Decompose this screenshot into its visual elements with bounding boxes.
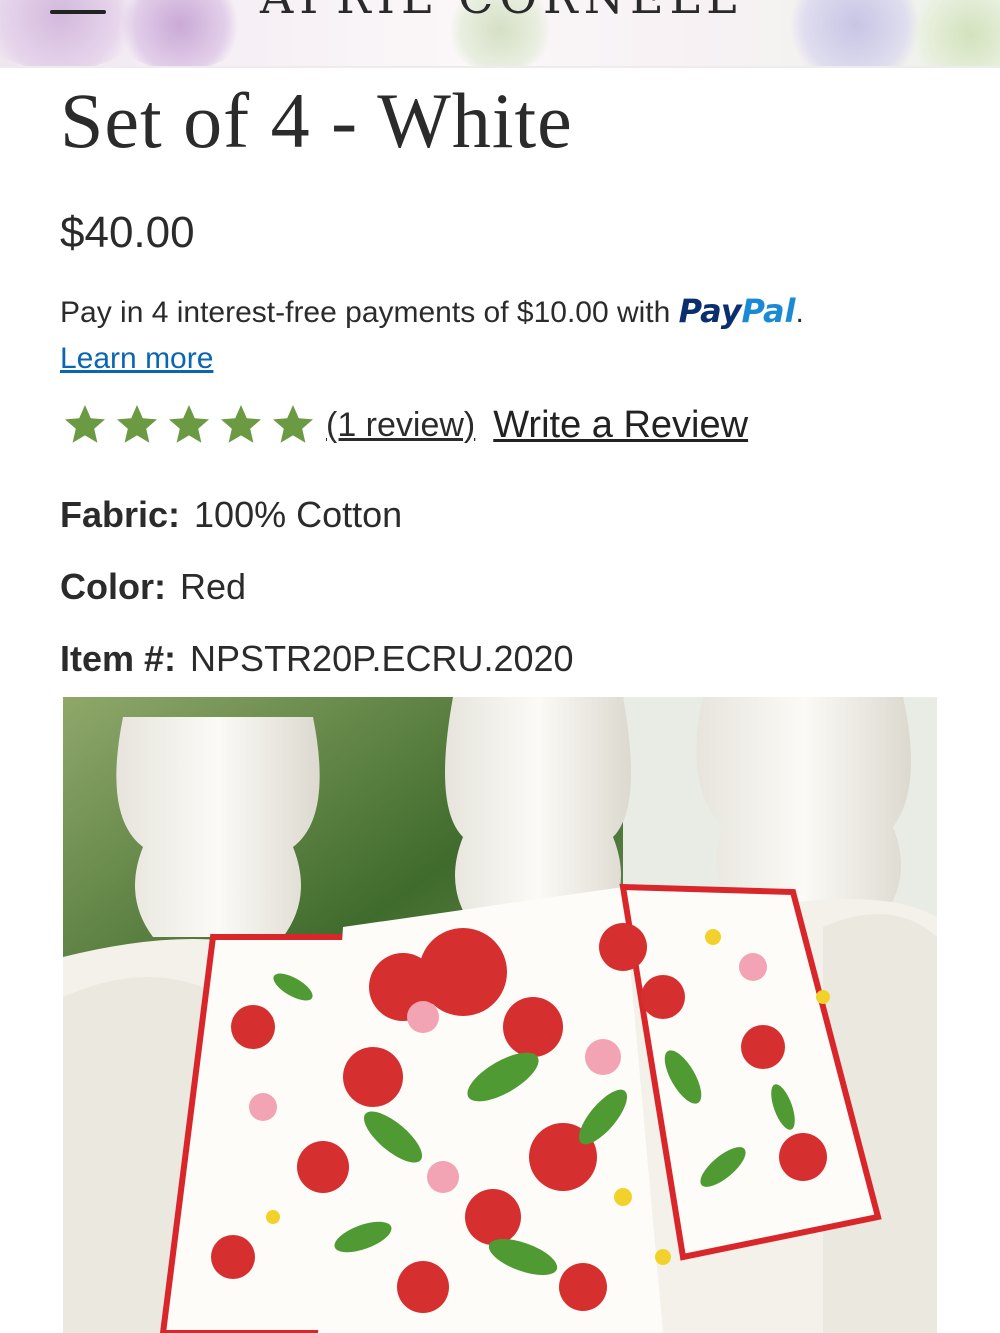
star-icon xyxy=(221,405,261,443)
star-icon xyxy=(117,405,157,443)
star-icon xyxy=(169,405,209,443)
spec-value: Red xyxy=(179,566,247,607)
product-price: $40.00 xyxy=(60,208,195,257)
spec-value: 100% Cotton xyxy=(194,494,403,535)
learn-more-link[interactable]: Learn more xyxy=(60,342,213,375)
spec-value: NPSTR20P.ECRU.2020 xyxy=(190,638,574,679)
star-icon xyxy=(273,405,313,443)
product-image[interactable] xyxy=(63,697,937,1333)
star-icon xyxy=(65,405,105,443)
spec-label: Fabric: xyxy=(60,494,181,535)
spec-label: Color: xyxy=(60,566,166,607)
product-photo xyxy=(63,697,937,1333)
hamburger-menu-icon[interactable] xyxy=(50,0,106,30)
spec-item-number: Item #: NPSTR20P.ECRU.2020 xyxy=(60,638,574,680)
review-count-link[interactable]: (1 review) xyxy=(326,406,475,445)
star-rating xyxy=(60,401,318,449)
product-title: Set of 4 - White xyxy=(60,77,573,164)
site-logo[interactable]: APRIL CORNELL xyxy=(260,0,740,24)
paypal-suffix: . xyxy=(795,296,804,329)
paypal-message: Pay in 4 interest-free payments of $10.0… xyxy=(60,288,960,382)
floral-decoration xyxy=(900,0,1000,66)
write-review-link[interactable]: Write a Review xyxy=(493,404,748,447)
paypal-logo-part2: Pal xyxy=(741,292,796,330)
site-header: APRIL CORNELL xyxy=(0,0,1000,68)
paypal-message-text: Pay in 4 interest-free payments of $10.0… xyxy=(60,296,679,329)
spec-color: Color: Red xyxy=(60,566,246,608)
spec-fabric: Fabric: 100% Cotton xyxy=(60,494,402,536)
rating-row: (1 review) Write a Review xyxy=(60,400,748,450)
paypal-logo-part1: Pay xyxy=(678,292,742,330)
spec-label: Item #: xyxy=(60,638,177,679)
paypal-logo: PayPal xyxy=(679,292,796,330)
floral-decoration xyxy=(110,0,250,66)
